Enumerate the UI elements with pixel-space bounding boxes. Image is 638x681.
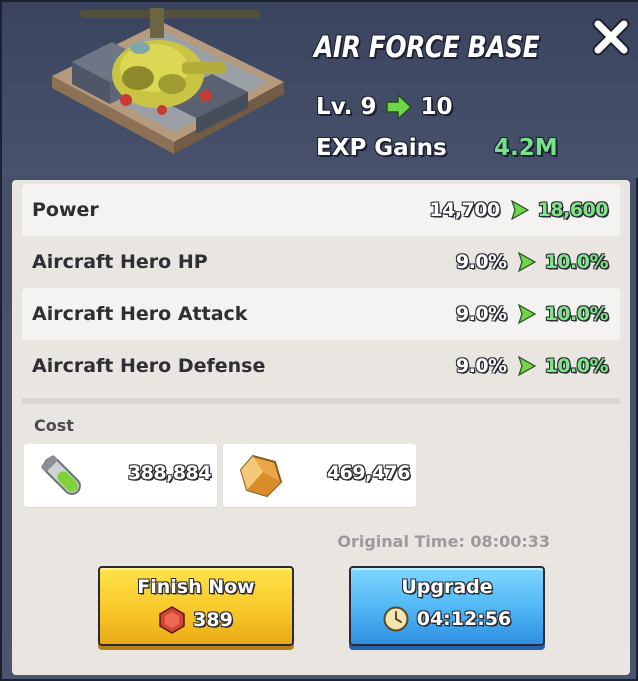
arrow-right-icon (517, 303, 536, 325)
section-divider (22, 398, 620, 404)
air-force-base-building-image (52, 8, 284, 154)
finish-now-label: Finish Now (137, 576, 255, 598)
close-icon[interactable] (590, 16, 632, 58)
ruby-gem-icon (159, 606, 185, 634)
finish-now-gems: 389 (193, 609, 233, 631)
dialog-header: AIR FORCE BASE Lv. 9 10 EXP Gains 4.2M (2, 2, 638, 178)
stat-label: Power (32, 199, 99, 221)
upgrade-button[interactable]: Upgrade 04:12:56 (349, 566, 545, 646)
stat-new-value: 10.0% (544, 251, 609, 273)
exp-label: EXP Gains (316, 135, 447, 161)
original-time: Original Time: 08:00:33 (337, 532, 550, 551)
crystal-cost-value: 469,476 (326, 462, 411, 484)
current-level: Lv. 9 (316, 94, 377, 120)
arrow-right-icon (385, 93, 412, 121)
stat-label: Aircraft Hero HP (32, 251, 208, 273)
exp-value: 4.2M (494, 135, 558, 161)
stat-new-value: 18,600 (537, 199, 609, 221)
upgrade-time: 04:12:56 (351, 606, 543, 632)
exp-row: EXP Gains (316, 132, 447, 164)
cost-label: Cost (34, 416, 74, 435)
stat-new-value: 10.0% (544, 355, 609, 377)
stat-old-value: 9.0% (455, 355, 507, 377)
arrow-right-icon (510, 199, 529, 221)
stat-row-aircraft-hero-attack: Aircraft Hero Attack 9.0% 10.0% (22, 288, 620, 340)
upgrade-dialog: AIR FORCE BASE Lv. 9 10 EXP Gains 4.2M P… (0, 0, 638, 681)
cost-item-crystal: 469,476 (223, 444, 416, 507)
clock-icon (383, 606, 409, 632)
next-level: 10 (420, 94, 453, 120)
stats-list: Power 14,700 18,600 Aircraft Hero HP 9.0… (22, 184, 620, 392)
stat-label: Aircraft Hero Defense (32, 355, 266, 377)
level-row: Lv. 9 10 (316, 90, 453, 124)
finish-now-button[interactable]: Finish Now 389 (98, 566, 294, 646)
stat-label: Aircraft Hero Attack (32, 303, 248, 325)
vial-cost-value: 388,884 (127, 462, 212, 484)
crystal-icon (239, 454, 283, 498)
stat-old-value: 9.0% (455, 251, 507, 273)
stat-row-power: Power 14,700 18,600 (22, 184, 620, 236)
stat-row-aircraft-hero-hp: Aircraft Hero HP 9.0% 10.0% (22, 236, 620, 288)
stat-old-value: 14,700 (429, 199, 500, 221)
upgrade-label: Upgrade (401, 576, 493, 598)
building-title: AIR FORCE BASE (314, 30, 540, 64)
upgrade-duration: 04:12:56 (416, 608, 512, 630)
arrow-right-icon (517, 251, 536, 273)
finish-now-cost: 389 (100, 606, 292, 634)
vial-icon (41, 455, 81, 495)
stat-row-aircraft-hero-defense: Aircraft Hero Defense 9.0% 10.0% (22, 340, 620, 392)
stat-new-value: 10.0% (544, 303, 609, 325)
stat-old-value: 9.0% (455, 303, 507, 325)
arrow-right-icon (517, 355, 536, 377)
stats-panel: Power 14,700 18,600 Aircraft Hero HP 9.0… (12, 180, 630, 675)
cost-item-vial: 388,884 (24, 444, 217, 507)
